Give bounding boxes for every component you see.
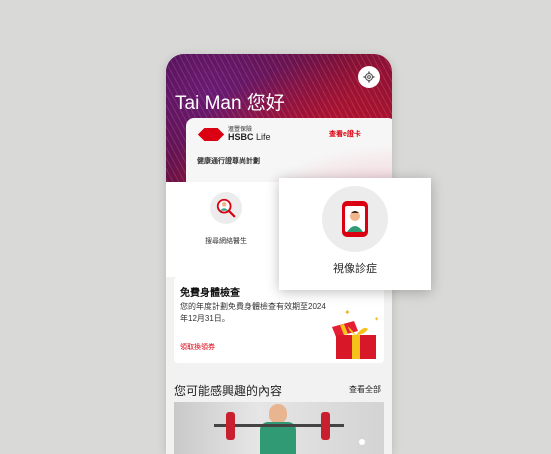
svg-text:✦: ✦ <box>344 308 351 317</box>
doctor-search-icon <box>216 198 236 218</box>
logo-hsbc: HSBC <box>228 132 254 142</box>
plan-name: 健康通行證尊尚計劃 <box>197 158 260 165</box>
settings-button[interactable] <box>358 66 380 88</box>
offer-title: 免費身體檢查 <box>180 288 240 299</box>
doctor-search-button[interactable] <box>210 192 242 224</box>
logo-english: HSBC Life <box>228 133 271 142</box>
video-consultation-label: 視像診症 <box>333 263 377 275</box>
greeting-title: Tai Man 您好 <box>175 93 285 114</box>
gift-box-icon: ✦ ✦ <box>332 308 379 359</box>
video-consultation-button[interactable] <box>322 186 388 252</box>
recommend-title: 您可能感興趣的內容 <box>174 384 283 398</box>
svg-text:✦: ✦ <box>374 316 379 323</box>
see-all-link[interactable]: 查看全部 <box>349 384 381 395</box>
video-consultation-popup[interactable]: 視像診症 <box>279 178 431 290</box>
offer-description: 您的年度計劃免費身體檢查有效期至2024年12月31日。 <box>180 302 326 323</box>
service-label-doctor-search: 搜尋網絡醫生 <box>205 238 247 245</box>
hsbc-life-logo: 滙豐保險 HSBC Life <box>198 127 271 142</box>
gear-icon <box>363 71 375 83</box>
redeem-voucher-link[interactable]: 領取換領券 <box>180 342 215 352</box>
hsbc-hexagon-icon <box>198 128 224 141</box>
view-ecard-link[interactable]: 查看e證卡 <box>329 129 361 139</box>
content-thumbnail[interactable] <box>174 402 384 454</box>
fitness-photo-icon <box>214 404 365 454</box>
logo-life: Life <box>256 132 271 142</box>
video-consultation-icon <box>342 201 368 237</box>
